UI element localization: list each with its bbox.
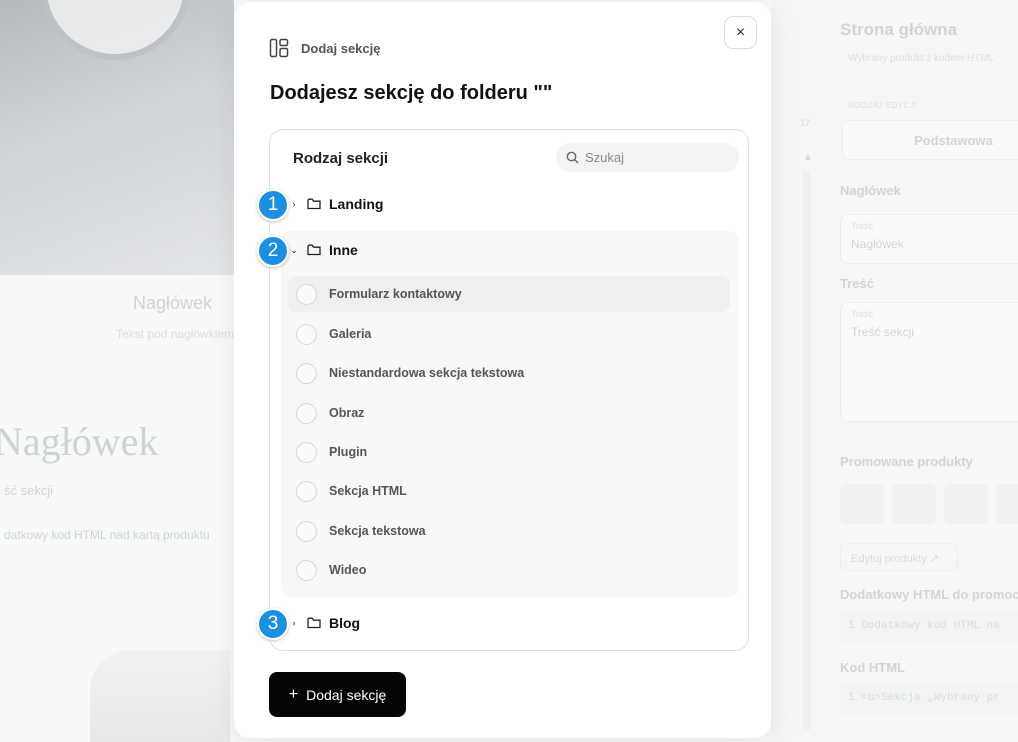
section-option-label: Formularz kontaktowy bbox=[329, 287, 462, 301]
section-option-html[interactable]: Sekcja HTML bbox=[288, 473, 730, 509]
radio-button[interactable] bbox=[296, 323, 317, 345]
radio-button[interactable] bbox=[296, 441, 317, 463]
add-section-modal: Dodaj sekcję × Dodajesz sekcję do folder… bbox=[234, 2, 771, 738]
search-box[interactable] bbox=[556, 143, 739, 172]
section-option-label: Niestandardowa sekcja tekstowa bbox=[329, 366, 525, 380]
close-button[interactable]: × bbox=[724, 16, 757, 49]
close-icon: × bbox=[735, 23, 746, 41]
section-option-gallery[interactable]: Galeria bbox=[288, 316, 730, 352]
folder-inne-contents: Formularz kontaktowy Galeria Niestandard… bbox=[281, 231, 739, 597]
modal-title: Dodajesz sekcję do folderu "" bbox=[270, 82, 553, 104]
section-option-label: Galeria bbox=[329, 327, 372, 341]
modal-header: Dodaj sekcję bbox=[269, 38, 381, 58]
annotation-badge-3: 3 bbox=[257, 608, 289, 640]
section-option-contact-form[interactable]: Formularz kontaktowy bbox=[288, 276, 730, 312]
folder-landing[interactable]: › Landing bbox=[289, 196, 384, 212]
folder-icon bbox=[307, 617, 321, 629]
chevron-down-icon: ⌄ bbox=[290, 244, 298, 255]
folder-blog[interactable]: › Blog bbox=[289, 615, 361, 631]
folder-name: Blog bbox=[329, 615, 361, 631]
section-option-video[interactable]: Wideo bbox=[288, 552, 730, 588]
folder-icon bbox=[307, 198, 321, 210]
section-type-panel: Rodzaj sekcji › Landing Formularz kontak… bbox=[269, 129, 749, 651]
section-option-custom-text[interactable]: Niestandardowa sekcja tekstowa bbox=[288, 355, 730, 391]
radio-button[interactable] bbox=[296, 362, 317, 384]
folder-icon bbox=[307, 244, 321, 256]
radio-button[interactable] bbox=[296, 520, 317, 542]
annotation-badge-1: 1 bbox=[257, 189, 289, 221]
section-type-title: Rodzaj sekcji bbox=[293, 150, 389, 167]
chevron-right-icon: › bbox=[292, 199, 296, 209]
add-section-button[interactable]: + Dodaj sekcję bbox=[269, 672, 406, 717]
section-option-image[interactable]: Obraz bbox=[288, 395, 730, 431]
annotation-badge-2: 2 bbox=[257, 235, 289, 267]
section-option-label: Sekcja HTML bbox=[329, 484, 407, 498]
radio-button[interactable] bbox=[296, 480, 317, 502]
modal-header-label: Dodaj sekcję bbox=[301, 40, 381, 56]
plus-icon: + bbox=[288, 685, 299, 703]
section-option-plugin[interactable]: Plugin bbox=[288, 434, 730, 470]
section-option-label: Obraz bbox=[329, 406, 365, 420]
section-option-label: Wideo bbox=[329, 563, 367, 577]
chevron-right-icon: › bbox=[292, 618, 296, 628]
radio-button[interactable] bbox=[296, 559, 317, 581]
section-option-label: Sekcja tekstowa bbox=[329, 524, 426, 538]
radio-button[interactable] bbox=[296, 402, 317, 424]
add-section-label: Dodaj sekcję bbox=[306, 686, 387, 703]
folder-name: Landing bbox=[329, 196, 384, 212]
search-input[interactable] bbox=[585, 150, 725, 165]
folder-name: Inne bbox=[329, 242, 358, 258]
section-option-label: Plugin bbox=[329, 445, 368, 459]
folder-inne[interactable]: ⌄ Inne bbox=[289, 242, 358, 258]
section-option-text[interactable]: Sekcja tekstowa bbox=[288, 513, 730, 549]
layout-icon bbox=[269, 38, 289, 58]
search-icon bbox=[566, 151, 579, 164]
radio-button[interactable] bbox=[296, 283, 317, 305]
